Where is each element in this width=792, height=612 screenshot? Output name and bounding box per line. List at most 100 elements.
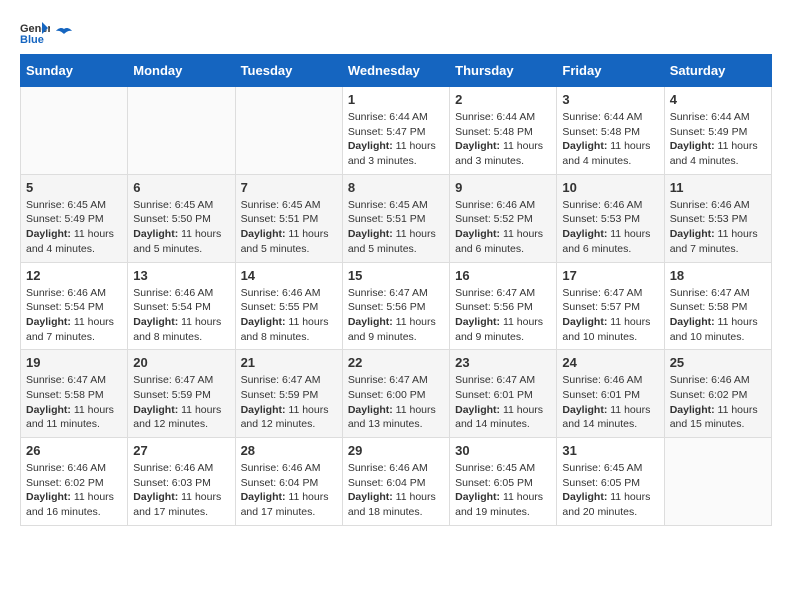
header-thursday: Thursday bbox=[450, 55, 557, 87]
day-content: Sunrise: 6:46 AMSunset: 6:01 PMDaylight:… bbox=[562, 373, 658, 432]
day-number: 25 bbox=[670, 355, 766, 370]
day-content: Sunrise: 6:46 AMSunset: 5:55 PMDaylight:… bbox=[241, 286, 337, 345]
logo: General Blue bbox=[20, 20, 74, 44]
day-number: 29 bbox=[348, 443, 444, 458]
calendar-cell: 14Sunrise: 6:46 AMSunset: 5:55 PMDayligh… bbox=[235, 262, 342, 350]
day-number: 4 bbox=[670, 92, 766, 107]
day-number: 18 bbox=[670, 268, 766, 283]
day-number: 3 bbox=[562, 92, 658, 107]
day-content: Sunrise: 6:46 AMSunset: 5:54 PMDaylight:… bbox=[26, 286, 122, 345]
logo-icon: General Blue bbox=[20, 20, 50, 44]
calendar-cell bbox=[21, 87, 128, 175]
calendar-cell: 25Sunrise: 6:46 AMSunset: 6:02 PMDayligh… bbox=[664, 350, 771, 438]
day-number: 15 bbox=[348, 268, 444, 283]
calendar-cell: 10 Sunrise: 6:46 AMSunset: 5:53 PMDayligh… bbox=[557, 174, 664, 262]
calendar-cell: 15 Sunrise: 6:47 AMSunset: 5:56 PMDayligh… bbox=[342, 262, 449, 350]
day-number: 24 bbox=[562, 355, 658, 370]
calendar-cell: 22 Sunrise: 6:47 AMSunset: 6:00 PMDayligh… bbox=[342, 350, 449, 438]
day-content: Sunrise: 6:47 AMSunset: 5:57 PMDaylight:… bbox=[562, 286, 658, 345]
day-content: Sunrise: 6:47 AMSunset: 5:56 PMDaylight:… bbox=[348, 286, 444, 345]
calendar-cell bbox=[128, 87, 235, 175]
calendar-cell: 23 Sunrise: 6:47 AMSunset: 6:01 PMDayligh… bbox=[450, 350, 557, 438]
header-monday: Monday bbox=[128, 55, 235, 87]
day-number: 9 bbox=[455, 180, 551, 195]
day-content: Sunrise: 6:47 AMSunset: 5:58 PMDaylight:… bbox=[26, 373, 122, 432]
calendar-cell: 28 Sunrise: 6:46 AMSunset: 6:04 PMDayligh… bbox=[235, 438, 342, 526]
day-number: 21 bbox=[241, 355, 337, 370]
day-number: 26 bbox=[26, 443, 122, 458]
day-content: Sunrise: 6:46 AMSunset: 6:04 PMDaylight:… bbox=[241, 461, 337, 520]
day-content: Sunrise: 6:47 AMSunset: 5:59 PMDaylight:… bbox=[133, 373, 229, 432]
calendar-cell: 1 Sunrise: 6:44 AMSunset: 5:47 PMDaylight… bbox=[342, 87, 449, 175]
calendar-cell: 6 Sunrise: 6:45 AMSunset: 5:50 PMDaylight… bbox=[128, 174, 235, 262]
calendar-cell: 2Sunrise: 6:44 AMSunset: 5:48 PMDaylight… bbox=[450, 87, 557, 175]
day-number: 13 bbox=[133, 268, 229, 283]
day-content: Sunrise: 6:46 AMSunset: 6:03 PMDaylight:… bbox=[133, 461, 229, 520]
calendar-cell: 24 Sunrise: 6:46 AMSunset: 6:01 PMDayligh… bbox=[557, 350, 664, 438]
day-number: 6 bbox=[133, 180, 229, 195]
calendar-cell bbox=[664, 438, 771, 526]
day-content: Sunrise: 6:47 AMSunset: 5:56 PMDaylight:… bbox=[455, 286, 551, 345]
day-number: 17 bbox=[562, 268, 658, 283]
day-number: 12 bbox=[26, 268, 122, 283]
day-content: Sunrise: 6:45 AMSunset: 5:49 PMDaylight:… bbox=[26, 198, 122, 257]
calendar-header-row: SundayMondayTuesdayWednesdayThursdayFrid… bbox=[21, 55, 772, 87]
day-content: Sunrise: 6:47 AMSunset: 6:01 PMDaylight:… bbox=[455, 373, 551, 432]
calendar-cell: 4Sunrise: 6:44 AMSunset: 5:49 PMDaylight… bbox=[664, 87, 771, 175]
day-content: Sunrise: 6:44 AMSunset: 5:47 PMDaylight:… bbox=[348, 110, 444, 169]
header-friday: Friday bbox=[557, 55, 664, 87]
calendar-week-3: 12 Sunrise: 6:46 AMSunset: 5:54 PMDayligh… bbox=[21, 262, 772, 350]
day-content: Sunrise: 6:47 AMSunset: 5:59 PMDaylight:… bbox=[241, 373, 337, 432]
header-tuesday: Tuesday bbox=[235, 55, 342, 87]
calendar-cell: 11Sunrise: 6:46 AMSunset: 5:53 PMDayligh… bbox=[664, 174, 771, 262]
calendar-cell: 21 Sunrise: 6:47 AMSunset: 5:59 PMDayligh… bbox=[235, 350, 342, 438]
calendar-cell: 9 Sunrise: 6:46 AMSunset: 5:52 PMDaylight… bbox=[450, 174, 557, 262]
calendar-week-2: 5 Sunrise: 6:45 AMSunset: 5:49 PMDaylight… bbox=[21, 174, 772, 262]
calendar-cell: 20 Sunrise: 6:47 AMSunset: 5:59 PMDayligh… bbox=[128, 350, 235, 438]
calendar-cell: 3 Sunrise: 6:44 AMSunset: 5:48 PMDaylight… bbox=[557, 87, 664, 175]
day-number: 5 bbox=[26, 180, 122, 195]
calendar-cell: 26 Sunrise: 6:46 AMSunset: 6:02 PMDayligh… bbox=[21, 438, 128, 526]
calendar-week-4: 19Sunrise: 6:47 AMSunset: 5:58 PMDayligh… bbox=[21, 350, 772, 438]
header-sunday: Sunday bbox=[21, 55, 128, 87]
day-content: Sunrise: 6:46 AMSunset: 5:52 PMDaylight:… bbox=[455, 198, 551, 257]
day-content: Sunrise: 6:46 AMSunset: 6:02 PMDaylight:… bbox=[26, 461, 122, 520]
svg-text:Blue: Blue bbox=[20, 34, 44, 44]
day-number: 27 bbox=[133, 443, 229, 458]
calendar-cell: 27 Sunrise: 6:46 AMSunset: 6:03 PMDayligh… bbox=[128, 438, 235, 526]
day-number: 20 bbox=[133, 355, 229, 370]
day-content: Sunrise: 6:46 AMSunset: 5:54 PMDaylight:… bbox=[133, 286, 229, 345]
day-content: Sunrise: 6:44 AMSunset: 5:48 PMDaylight:… bbox=[562, 110, 658, 169]
day-number: 28 bbox=[241, 443, 337, 458]
calendar-cell: 13 Sunrise: 6:46 AMSunset: 5:54 PMDayligh… bbox=[128, 262, 235, 350]
calendar-week-1: 1 Sunrise: 6:44 AMSunset: 5:47 PMDaylight… bbox=[21, 87, 772, 175]
calendar-cell: 18 Sunrise: 6:47 AMSunset: 5:58 PMDayligh… bbox=[664, 262, 771, 350]
day-content: Sunrise: 6:47 AMSunset: 6:00 PMDaylight:… bbox=[348, 373, 444, 432]
calendar-cell: 7 Sunrise: 6:45 AMSunset: 5:51 PMDaylight… bbox=[235, 174, 342, 262]
calendar-cell: 8Sunrise: 6:45 AMSunset: 5:51 PMDaylight… bbox=[342, 174, 449, 262]
day-number: 30 bbox=[455, 443, 551, 458]
day-number: 23 bbox=[455, 355, 551, 370]
day-content: Sunrise: 6:45 AMSunset: 5:50 PMDaylight:… bbox=[133, 198, 229, 257]
day-content: Sunrise: 6:44 AMSunset: 5:48 PMDaylight:… bbox=[455, 110, 551, 169]
day-content: Sunrise: 6:45 AMSunset: 5:51 PMDaylight:… bbox=[348, 198, 444, 257]
day-number: 7 bbox=[241, 180, 337, 195]
day-content: Sunrise: 6:46 AMSunset: 5:53 PMDaylight:… bbox=[562, 198, 658, 257]
day-content: Sunrise: 6:46 AMSunset: 5:53 PMDaylight:… bbox=[670, 198, 766, 257]
day-content: Sunrise: 6:45 AMSunset: 5:51 PMDaylight:… bbox=[241, 198, 337, 257]
calendar-cell: 29Sunrise: 6:46 AMSunset: 6:04 PMDayligh… bbox=[342, 438, 449, 526]
calendar-cell: 19Sunrise: 6:47 AMSunset: 5:58 PMDayligh… bbox=[21, 350, 128, 438]
calendar-cell: 30 Sunrise: 6:45 AMSunset: 6:05 PMDayligh… bbox=[450, 438, 557, 526]
calendar-cell: 16Sunrise: 6:47 AMSunset: 5:56 PMDayligh… bbox=[450, 262, 557, 350]
header-wednesday: Wednesday bbox=[342, 55, 449, 87]
header-saturday: Saturday bbox=[664, 55, 771, 87]
day-number: 31 bbox=[562, 443, 658, 458]
day-number: 10 bbox=[562, 180, 658, 195]
calendar-table: SundayMondayTuesdayWednesdayThursdayFrid… bbox=[20, 54, 772, 526]
day-content: Sunrise: 6:45 AMSunset: 6:05 PMDaylight:… bbox=[455, 461, 551, 520]
calendar-cell: 5 Sunrise: 6:45 AMSunset: 5:49 PMDaylight… bbox=[21, 174, 128, 262]
day-number: 22 bbox=[348, 355, 444, 370]
day-number: 1 bbox=[348, 92, 444, 107]
day-content: Sunrise: 6:47 AMSunset: 5:58 PMDaylight:… bbox=[670, 286, 766, 345]
calendar-cell bbox=[235, 87, 342, 175]
